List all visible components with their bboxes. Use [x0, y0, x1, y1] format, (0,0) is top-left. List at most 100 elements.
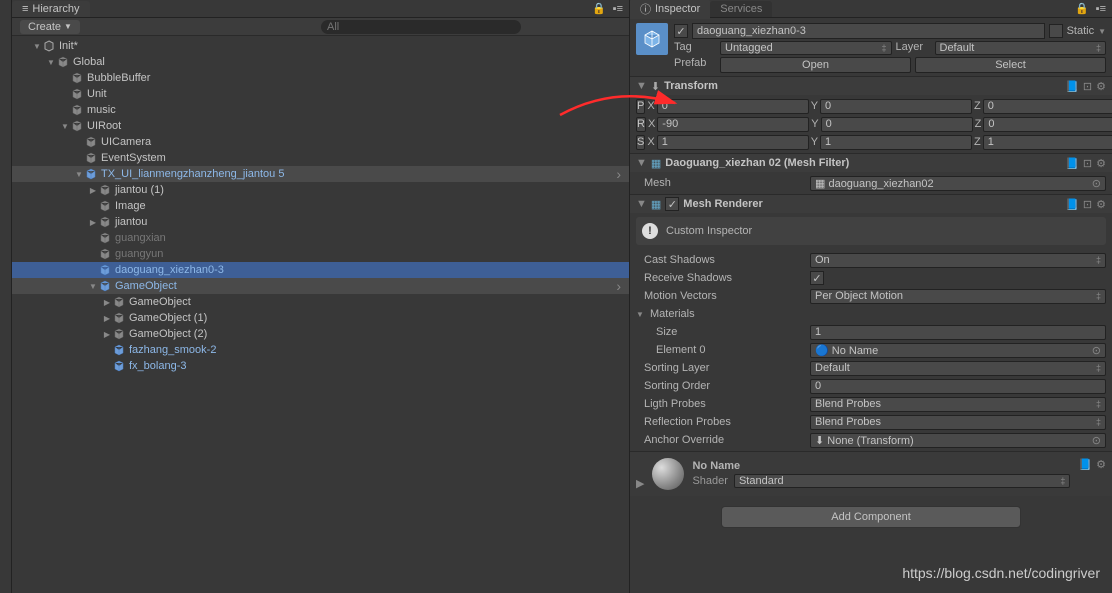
help-icon[interactable]: 📘 — [1065, 157, 1079, 170]
component-presets-icon[interactable]: ⊡ — [1083, 157, 1092, 170]
rotation-x-input[interactable] — [657, 117, 809, 132]
mesh-field[interactable]: ▦ daoguang_xiezhan02 — [810, 176, 1106, 191]
foldout-arrow-icon[interactable]: ▶ — [102, 313, 112, 323]
tree-row[interactable]: UICamera — [12, 134, 629, 150]
tree-row[interactable]: daoguang_xiezhan0-3 — [12, 262, 629, 278]
tree-row[interactable]: ▶GameObject (1) — [12, 310, 629, 326]
foldout-arrow-icon[interactable]: ▶ — [102, 329, 112, 339]
shader-dropdown[interactable]: Standard — [734, 474, 1070, 488]
prefab-icon — [98, 279, 112, 293]
sorting-layer-dropdown[interactable]: Default — [810, 361, 1106, 376]
services-tab[interactable]: Services — [710, 1, 772, 17]
tree-row[interactable]: ▼TX_UI_lianmengzhanzheng_jiantou 5› — [12, 166, 629, 182]
sorting-order-input[interactable] — [810, 379, 1106, 394]
y-label: Y — [811, 100, 818, 112]
prefab-select-button[interactable]: Select — [915, 57, 1106, 73]
foldout-arrow-icon[interactable]: ▼ — [46, 57, 56, 67]
tree-row[interactable]: music — [12, 102, 629, 118]
material-element-0-field[interactable]: 🔵 No Name — [810, 343, 1106, 358]
foldout-arrow-icon[interactable]: ▶ — [88, 185, 98, 195]
tree-row[interactable]: ▼GameObject› — [12, 278, 629, 294]
inspector-tab-label: Inspector — [655, 3, 700, 15]
help-icon[interactable]: 📘 — [1065, 80, 1079, 93]
scale-z-input[interactable] — [983, 135, 1112, 150]
inspector-tab[interactable]: ⓘ Inspector — [630, 0, 710, 19]
scale-y-input[interactable] — [820, 135, 972, 150]
help-icon[interactable]: 📘 — [1078, 458, 1092, 471]
component-settings-icon[interactable]: ⚙ — [1096, 458, 1106, 471]
tree-row[interactable]: ▶jiantou — [12, 214, 629, 230]
component-settings-icon[interactable]: ⚙ — [1096, 198, 1106, 211]
create-button[interactable]: Create ▼ — [20, 20, 80, 34]
component-settings-icon[interactable]: ⚙ — [1096, 157, 1106, 170]
light-probes-dropdown[interactable]: Blend Probes — [810, 397, 1106, 412]
panel-menu-icon[interactable]: ▪≡ — [610, 3, 623, 15]
hierarchy-tab[interactable]: ≡ Hierarchy — [12, 1, 90, 17]
foldout-arrow-icon[interactable]: ▶ — [636, 477, 644, 490]
foldout-arrow-icon[interactable]: ▼ — [636, 157, 647, 169]
foldout-arrow-icon[interactable]: ▶ — [102, 297, 112, 307]
panel-menu-icon[interactable]: ▪≡ — [1093, 3, 1106, 15]
rotation-y-input[interactable] — [821, 117, 973, 132]
tree-row[interactable]: ▶GameObject (2) — [12, 326, 629, 342]
tree-row[interactable]: EventSystem — [12, 150, 629, 166]
lock-icon[interactable]: 🔒 — [592, 2, 606, 15]
tree-row[interactable]: guangxian — [12, 230, 629, 246]
component-presets-icon[interactable]: ⊡ — [1083, 80, 1092, 93]
scale-x-input[interactable] — [657, 135, 809, 150]
gameobject-icon[interactable] — [636, 23, 668, 55]
rotation-z-input[interactable] — [983, 117, 1112, 132]
inspector-tab-bar: ⓘ Inspector Services 🔒 ▪≡ — [630, 0, 1112, 18]
prefab-icon — [112, 359, 126, 373]
tree-row[interactable]: ▶jiantou (1) — [12, 182, 629, 198]
reflection-probes-dropdown[interactable]: Blend Probes — [810, 415, 1106, 430]
foldout-arrow-icon[interactable]: ▼ — [32, 41, 42, 51]
shader-label: Shader — [692, 475, 727, 487]
gameobject-enabled-checkbox[interactable]: ✓ — [674, 24, 688, 38]
hierarchy-tree[interactable]: ▼Init*▼GlobalBubbleBufferUnitmusic▼UIRoo… — [12, 36, 629, 593]
prefab-open-button[interactable]: Open — [720, 57, 911, 73]
static-checkbox[interactable] — [1049, 24, 1063, 38]
tree-row[interactable]: BubbleBuffer — [12, 70, 629, 86]
help-icon[interactable]: 📘 — [1065, 198, 1079, 211]
tree-row[interactable]: ▼Global — [12, 54, 629, 70]
chevron-right-icon: › — [616, 278, 621, 294]
position-button[interactable]: P — [636, 99, 645, 114]
tree-row[interactable]: ▶GameObject — [12, 294, 629, 310]
tree-row[interactable]: fazhang_smook-2 — [12, 342, 629, 358]
hierarchy-search-input[interactable] — [321, 20, 521, 34]
foldout-arrow-icon[interactable]: ▼ — [74, 169, 84, 179]
position-x-input[interactable] — [657, 99, 809, 114]
cast-shadows-dropdown[interactable]: On — [810, 253, 1106, 268]
foldout-arrow-icon[interactable]: ▼ — [88, 281, 98, 291]
receive-shadows-checkbox[interactable]: ✓ — [810, 271, 824, 285]
foldout-arrow-icon[interactable]: ▼ — [636, 80, 647, 92]
tree-row[interactable]: Image — [12, 198, 629, 214]
static-dropdown-icon[interactable]: ▼ — [1098, 27, 1106, 36]
rotation-button[interactable]: R — [636, 117, 646, 132]
tree-row[interactable]: Unit — [12, 86, 629, 102]
tree-row[interactable]: fx_bolang-3 — [12, 358, 629, 374]
anchor-override-field[interactable]: ⬇ None (Transform) — [810, 433, 1106, 448]
add-component-button[interactable]: Add Component — [721, 506, 1021, 528]
motion-vectors-dropdown[interactable]: Per Object Motion — [810, 289, 1106, 304]
tree-row[interactable]: ▼UIRoot — [12, 118, 629, 134]
tree-row[interactable]: ▼Init* — [12, 38, 629, 54]
foldout-arrow-icon[interactable]: ▼ — [636, 310, 646, 319]
meshrenderer-enabled-checkbox[interactable]: ✓ — [665, 197, 679, 211]
position-y-input[interactable] — [820, 99, 972, 114]
component-presets-icon[interactable]: ⊡ — [1083, 198, 1092, 211]
materials-size-input[interactable] — [810, 325, 1106, 340]
layer-dropdown[interactable]: Default — [935, 41, 1107, 55]
component-settings-icon[interactable]: ⚙ — [1096, 80, 1106, 93]
foldout-arrow-icon[interactable]: ▼ — [636, 198, 647, 210]
gameobject-name-input[interactable] — [692, 23, 1045, 39]
tree-row[interactable]: guangyun — [12, 246, 629, 262]
foldout-arrow-icon[interactable]: ▶ — [88, 217, 98, 227]
foldout-arrow-icon[interactable]: ▼ — [60, 121, 70, 131]
position-z-input[interactable] — [983, 99, 1112, 114]
tag-dropdown[interactable]: Untagged — [720, 41, 892, 55]
lock-icon[interactable]: 🔒 — [1075, 2, 1089, 15]
scale-button[interactable]: S — [636, 135, 645, 150]
prefab-icon — [112, 343, 126, 357]
